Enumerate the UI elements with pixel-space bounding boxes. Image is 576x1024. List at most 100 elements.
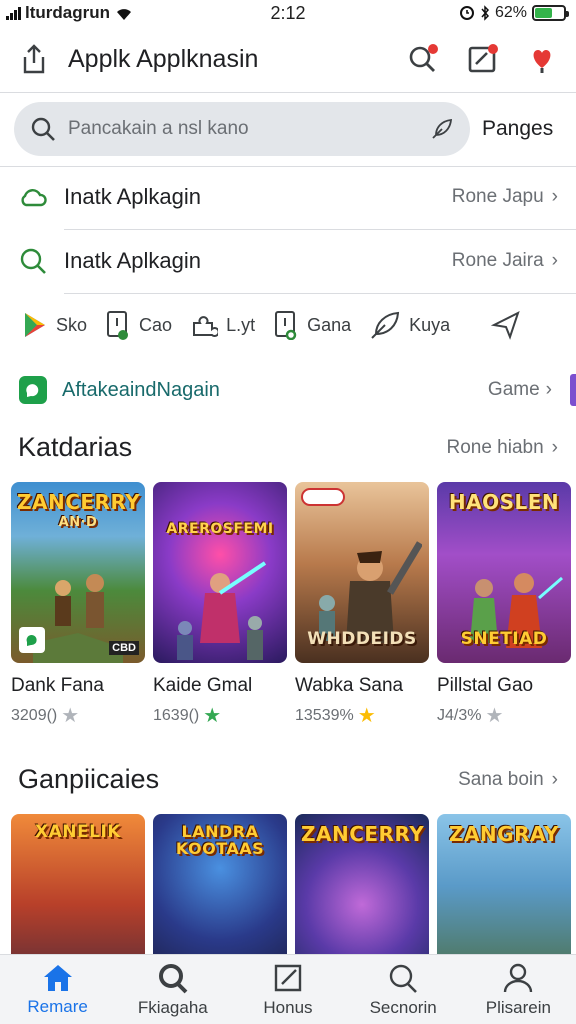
- list-item[interactable]: Inatk Aplkagin Rone Japu ›: [0, 166, 576, 228]
- share-icon[interactable]: [16, 41, 52, 77]
- chip-kuya[interactable]: Kuya: [369, 310, 450, 340]
- list-item-label: Inatk Aplkagin: [64, 184, 201, 209]
- bluetooth-icon: [481, 5, 489, 21]
- battery-percent: 62%: [494, 4, 527, 21]
- signal-icon: [6, 6, 21, 20]
- rating-value: 3209(): [11, 706, 58, 724]
- search-bar[interactable]: [14, 102, 470, 156]
- nav-home[interactable]: Remare: [0, 963, 115, 1017]
- bookmark-icon: [107, 311, 129, 340]
- app-bar: Applk Applknasin: [0, 28, 576, 90]
- chevron-right-icon: ›: [551, 436, 558, 458]
- nav-fkiagaha[interactable]: Fkiagaha: [115, 962, 230, 1018]
- rating-value: 13539%: [295, 706, 354, 724]
- nav-label: Fkiagaha: [137, 997, 208, 1017]
- list-item[interactable]: Inatk Aplkagin Rone Jaira ›: [0, 230, 576, 292]
- play-store-icon: [25, 313, 45, 337]
- chip-label: L.yt: [226, 314, 256, 335]
- art-title: AREROSFEMI: [166, 521, 274, 537]
- chip-label: Gana: [307, 314, 352, 335]
- section-header: Ganpiicaies Sana boin ›: [18, 764, 558, 795]
- inbox-button[interactable]: [464, 41, 500, 77]
- wifi-icon: [117, 9, 131, 20]
- art-title: LANDRA KOOTAAS: [175, 822, 265, 858]
- rating-value: 1639(): [153, 706, 200, 724]
- app-card-name: Wabka Sana: [295, 675, 404, 696]
- star-icon: ★: [357, 705, 376, 727]
- art-title: ZANCERRY: [301, 822, 425, 846]
- art-title: WHDDEIDS: [307, 629, 417, 650]
- search-icon: [31, 117, 55, 141]
- pages-link[interactable]: Panges: [482, 117, 553, 141]
- section-more-link[interactable]: Sana boin ›: [458, 769, 558, 791]
- search-input[interactable]: [68, 118, 418, 140]
- chip-gana[interactable]: Gana: [273, 310, 351, 340]
- chat-bubble-icon: [19, 376, 47, 404]
- chip-label: Kuya: [409, 314, 451, 335]
- app-card-art: WHDDEIDS: [295, 482, 429, 663]
- chip-cao[interactable]: Cao: [105, 310, 172, 340]
- list-item-meta: Rone Japu ›: [452, 186, 558, 208]
- chip-send[interactable]: [490, 309, 522, 341]
- chip-label: Cao: [139, 314, 173, 335]
- person-icon: [504, 963, 533, 992]
- section-title: Ganpiicaies: [18, 764, 160, 794]
- voice-feather-icon[interactable]: [430, 117, 454, 141]
- star-icon: ★: [61, 705, 80, 727]
- chip-lyt[interactable]: L.yt: [190, 311, 255, 339]
- send-icon: [490, 311, 520, 340]
- app-card[interactable]: AREROSFEMI Kaide Gmal 1639() ★: [153, 482, 287, 728]
- app-card-rail: ZANCERRY AN·D CBD Dank Fana 3209() ★ ARER…: [11, 482, 576, 728]
- nav-label: Plisarein: [485, 997, 551, 1017]
- hero-figure: [177, 561, 267, 660]
- puzzle-icon: [193, 316, 219, 337]
- app-card-art: HAOSLEN SNETIAD: [437, 482, 571, 663]
- chip-label: Sko: [56, 314, 88, 335]
- app-bar-actions: [404, 41, 560, 77]
- app-card-tag: [301, 488, 345, 506]
- section-more-link[interactable]: Rone hiabn ›: [446, 437, 558, 459]
- alarm-icon: [459, 6, 474, 20]
- art-title: ZANGRAY: [448, 822, 560, 846]
- bottom-navigation: Remare Fkiagaha Honus Secnorin Plisarein: [0, 954, 576, 1024]
- home-icon: [43, 964, 72, 991]
- art-title: ZANCERRY: [17, 490, 141, 514]
- nav-profile[interactable]: Plisarein: [461, 962, 576, 1018]
- divider: [0, 92, 576, 93]
- art-title: HAOSLEN: [448, 490, 560, 514]
- app-card-rating: 1639() ★: [153, 703, 287, 728]
- badge-icon: [19, 627, 45, 653]
- status-left: lturdagrun: [6, 3, 134, 23]
- gift-button[interactable]: [524, 41, 560, 77]
- app-card-name: Dank Fana: [11, 675, 104, 696]
- search-row: Panges: [14, 102, 576, 156]
- edit-box-icon: [274, 964, 302, 991]
- cloud-icon: [21, 189, 47, 207]
- notification-dot: [488, 44, 498, 54]
- promo-row[interactable]: AftakeaindNagain Game ›: [18, 368, 576, 412]
- app-card[interactable]: WHDDEIDS Wabka Sana 13539% ★: [295, 482, 429, 728]
- gift-icon: [533, 50, 551, 73]
- rating-value: J4/3%: [437, 706, 482, 724]
- section-header: Katdarias Rone hiabn ›: [18, 432, 558, 463]
- nav-secnorin[interactable]: Secnorin: [346, 962, 461, 1018]
- promo-meta-text: Game: [487, 379, 540, 400]
- app-card[interactable]: ZANCERRY AN·D CBD Dank Fana 3209() ★: [11, 482, 145, 728]
- list-item-meta-text: Rone Japu: [451, 186, 544, 207]
- chip-sko[interactable]: Sko: [22, 311, 87, 339]
- app-card[interactable]: HAOSLEN SNETIAD Pillstal Gao J4/3% ★: [437, 482, 571, 728]
- chevron-right-icon: ›: [551, 768, 558, 790]
- promo-label: AftakeaindNagain: [62, 378, 220, 401]
- list-item-meta: Rone Jaira ›: [452, 250, 558, 272]
- search-notification-button[interactable]: [404, 41, 440, 77]
- app-card-name: Pillstal Gao: [437, 675, 534, 696]
- promo-edge-marker: [570, 374, 576, 406]
- status-bar: lturdagrun 2:12 62%: [0, 0, 576, 26]
- bookmark-icon: [275, 311, 297, 340]
- app-card-rating: 13539% ★: [295, 703, 429, 728]
- app-title: Applk Applknasin: [68, 44, 259, 73]
- star-icon: ★: [485, 705, 504, 727]
- nav-honus[interactable]: Honus: [230, 962, 345, 1018]
- carrier-name: lturdagrun: [25, 3, 110, 22]
- nav-label: Honus: [263, 997, 313, 1017]
